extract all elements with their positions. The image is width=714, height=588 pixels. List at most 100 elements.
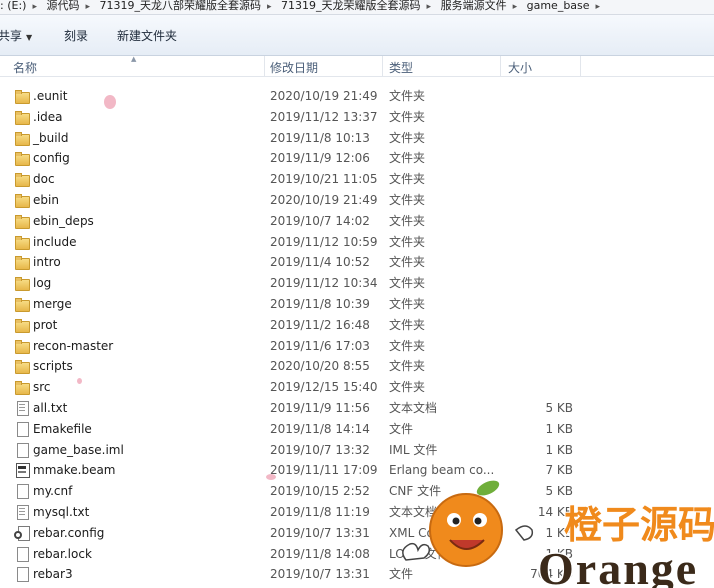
folder-icon xyxy=(14,276,30,292)
file-name: intro xyxy=(33,255,61,270)
file-name: doc xyxy=(33,172,55,187)
file-name: mmake.beam xyxy=(33,463,116,478)
file-row[interactable]: config 2019/11/9 12:06 文件夹 xyxy=(0,148,714,169)
file-name: rebar3 xyxy=(33,567,73,582)
sort-ascending-icon: ▲ xyxy=(131,55,137,63)
file-name: rebar.lock xyxy=(33,546,92,561)
file-name: src xyxy=(33,380,51,395)
file-row[interactable]: ebin_deps 2019/10/7 14:02 文件夹 xyxy=(0,211,714,232)
file-row[interactable]: game_base.iml 2019/10/7 13:32 IML 文件 1 KB xyxy=(0,440,714,461)
column-divider[interactable] xyxy=(264,56,265,76)
chevron-down-icon: ▼ xyxy=(26,33,33,42)
breadcrumb-separator-icon: ▸ xyxy=(267,2,272,12)
file-row[interactable]: prot 2019/11/2 16:48 文件夹 xyxy=(0,315,714,336)
folder-icon xyxy=(14,172,30,188)
file-row[interactable]: ebin 2020/10/19 21:49 文件夹 xyxy=(0,190,714,211)
command-toolbar: 共享 ▼ 刻录 新建文件夹 xyxy=(0,15,714,56)
folder-icon xyxy=(14,297,30,312)
pink-speck xyxy=(266,474,276,480)
breadcrumb-separator-icon: ▸ xyxy=(32,2,37,12)
breadcrumb-project[interactable]: 71319_天龙荣耀版全套源码 xyxy=(281,0,421,12)
file-name: config xyxy=(33,151,70,166)
file-row[interactable]: .idea 2019/11/12 13:37 文件夹 xyxy=(0,107,714,128)
orange-watermark-logo: 橙子源码 Orange xyxy=(402,480,714,588)
file-name: rebar.config xyxy=(33,525,105,540)
file-date: 2020/10/19 21:49 xyxy=(270,89,378,103)
file-date: 2019/10/7 13:31 xyxy=(270,567,370,582)
file-row[interactable]: log 2019/11/12 10:34 文件夹 xyxy=(0,273,714,294)
file-date: 2019/11/8 14:08 xyxy=(270,546,370,561)
file-name: scripts xyxy=(33,359,73,374)
file-name: prot xyxy=(33,317,58,332)
column-header-row: ▲ 名称 修改日期 类型 大小 xyxy=(0,55,714,77)
beam-file-icon xyxy=(14,463,30,479)
file-row[interactable]: intro 2019/11/4 10:52 文件夹 xyxy=(0,252,714,273)
file-row[interactable]: doc 2019/10/21 11:05 文件夹 xyxy=(0,169,714,190)
folder-icon xyxy=(14,359,30,375)
file-name: all.txt xyxy=(33,400,68,415)
file-type: 文件夹 xyxy=(389,130,426,145)
file-icon xyxy=(14,567,30,583)
address-bar[interactable]: : (E:) ▸ 源代码 ▸ 71319_天龙八部荣耀版全套源码 ▸ 71319_天龙… xyxy=(0,0,714,15)
breadcrumb-separator-icon: ▸ xyxy=(512,2,518,12)
column-header-size[interactable]: 大小 xyxy=(508,59,532,76)
file-row[interactable]: include 2019/11/12 10:59 文件夹 xyxy=(0,232,714,253)
column-header-date[interactable]: 修改日期 xyxy=(270,59,318,76)
file-date: 2019/10/7 13:32 xyxy=(270,442,370,457)
folder-icon xyxy=(14,318,30,333)
share-button[interactable]: 共享 ▼ xyxy=(0,27,32,44)
new-folder-button[interactable]: 新建文件夹 xyxy=(117,27,177,44)
file-row[interactable]: Emakefile 2019/11/8 14:14 文件 1 KB xyxy=(0,419,714,440)
file-icon xyxy=(14,484,30,500)
file-date: 2019/11/4 10:52 xyxy=(270,255,370,270)
file-name: merge xyxy=(33,296,72,311)
file-name: _build xyxy=(33,130,69,145)
file-type: 文件夹 xyxy=(389,296,426,311)
file-date: 2019/11/9 11:56 xyxy=(270,400,370,415)
column-divider[interactable] xyxy=(580,56,581,76)
file-row[interactable]: _build 2019/11/8 10:13 文件夹 xyxy=(0,128,714,149)
file-row[interactable]: all.txt 2019/11/9 11:56 文本文档 5 KB xyxy=(0,398,714,419)
file-date: 2019/11/12 13:37 xyxy=(270,109,378,124)
breadcrumb-package[interactable]: 71319_天龙八部荣耀版全套源码 xyxy=(100,0,262,12)
file-date: 2019/11/9 12:06 xyxy=(270,151,370,166)
file-icon xyxy=(14,546,30,562)
breadcrumb-source[interactable]: 源代码 xyxy=(46,0,79,12)
file-type: 文件夹 xyxy=(389,213,426,228)
column-header-type[interactable]: 类型 xyxy=(389,59,413,76)
column-divider[interactable] xyxy=(382,56,383,76)
breadcrumb-current[interactable]: game_base xyxy=(527,0,590,12)
burn-button[interactable]: 刻录 xyxy=(64,27,88,44)
file-type: 文件夹 xyxy=(389,172,426,187)
file-row[interactable]: merge 2019/11/8 10:39 文件夹 xyxy=(0,294,714,315)
watermark-en-text: Orange xyxy=(538,543,698,588)
breadcrumb-server-src[interactable]: 服务端源文件 xyxy=(441,0,507,12)
column-header-name[interactable]: 名称 xyxy=(13,59,37,76)
file-type: 文件 xyxy=(389,421,414,436)
file-name: mysql.txt xyxy=(33,504,90,519)
breadcrumb-separator-icon: ▸ xyxy=(426,2,432,12)
file-date: 2019/11/6 17:03 xyxy=(270,338,370,353)
file-row[interactable]: src 2019/12/15 15:40 文件夹 xyxy=(0,377,714,398)
file-date: 2019/11/11 17:09 xyxy=(270,463,378,478)
file-row[interactable]: recon-master 2019/11/6 17:03 文件夹 xyxy=(0,336,714,357)
file-date: 2019/10/7 13:31 xyxy=(270,525,370,540)
column-divider[interactable] xyxy=(500,56,501,76)
folder-icon xyxy=(14,339,30,354)
file-size: 1 KB xyxy=(545,442,573,457)
watermark-cn-text: 橙子源码 xyxy=(564,505,714,547)
file-date: 2019/11/8 10:39 xyxy=(270,296,370,311)
share-button-label: 共享 xyxy=(0,29,23,43)
file-type: 文件夹 xyxy=(389,109,426,124)
folder-icon xyxy=(14,380,30,396)
file-date: 2020/10/20 8:55 xyxy=(270,359,370,374)
breadcrumb-drive[interactable]: : (E:) xyxy=(0,0,26,12)
file-name: .eunit xyxy=(33,89,68,103)
file-row[interactable]: scripts 2020/10/20 8:55 文件夹 xyxy=(0,356,714,377)
file-date: 2019/10/7 14:02 xyxy=(270,213,370,228)
file-date: 2020/10/19 21:49 xyxy=(270,192,378,207)
breadcrumb-separator-icon: ▸ xyxy=(595,2,601,12)
file-type: IML 文件 xyxy=(389,442,438,457)
file-type: 文件夹 xyxy=(389,89,426,103)
file-type: 文件夹 xyxy=(389,338,426,353)
